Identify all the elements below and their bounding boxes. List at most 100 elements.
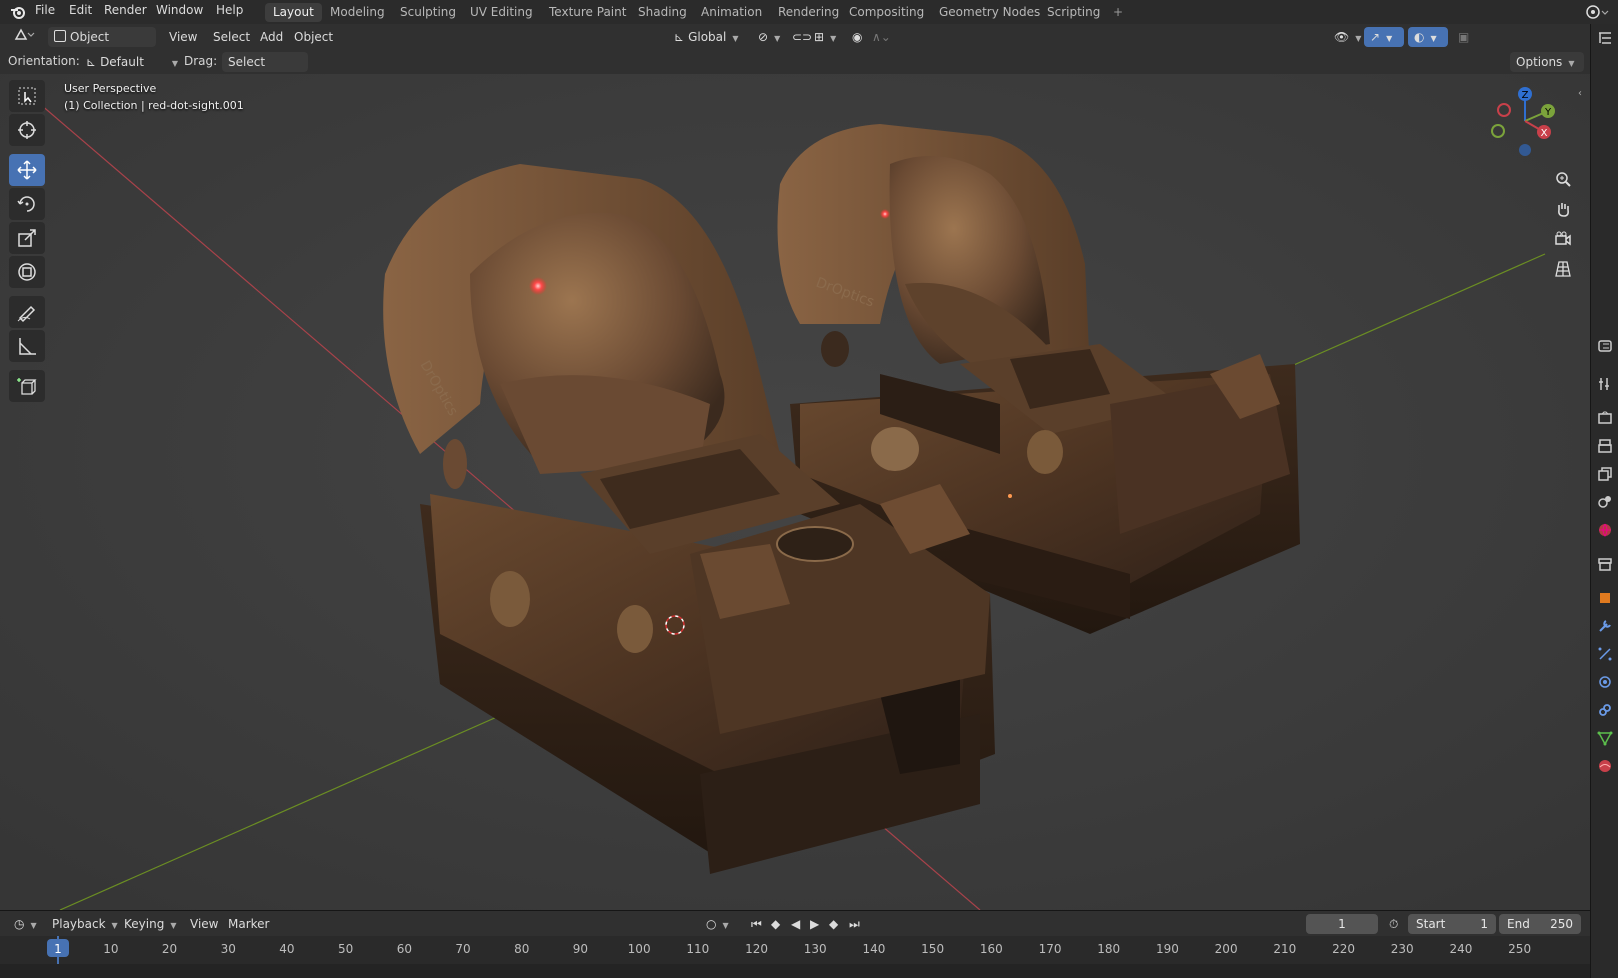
tab-layout[interactable]: Layout bbox=[265, 3, 322, 22]
timeline-editor-type-icon[interactable]: ◷ ▼ bbox=[8, 914, 43, 934]
tab-uv-editing[interactable]: UV Editing bbox=[462, 3, 541, 22]
measure-tool[interactable] bbox=[9, 330, 45, 362]
jump-keyframe-forward-icon[interactable]: ◆ bbox=[823, 914, 844, 934]
tab-scripting[interactable]: Scripting bbox=[1039, 3, 1108, 22]
menu-file[interactable]: File bbox=[35, 3, 55, 17]
falloff-icon[interactable]: ∧⌄ bbox=[866, 27, 897, 47]
outliner-icon[interactable] bbox=[1597, 30, 1613, 46]
timeline-scroll-area[interactable] bbox=[0, 964, 1590, 978]
snap-target-icon[interactable]: ⊞ ▼ bbox=[808, 27, 842, 47]
transform-orientation-dropdown[interactable]: ⊾ Global ▼ bbox=[668, 27, 748, 47]
scene-properties-icon[interactable] bbox=[1597, 494, 1613, 510]
tab-animation[interactable]: Animation bbox=[693, 3, 770, 22]
auto-keying-record-icon[interactable]: ○ ▼ bbox=[700, 914, 735, 934]
pan-hand-icon[interactable] bbox=[1550, 196, 1576, 222]
move-tool[interactable] bbox=[9, 154, 45, 186]
drag-dropdown[interactable]: Select Box▼ bbox=[222, 52, 308, 89]
timeline-tick-label: 230 bbox=[1390, 942, 1414, 956]
timeline-tick-label: 180 bbox=[1097, 942, 1121, 956]
timeline-tick-label: 150 bbox=[921, 942, 945, 956]
rotate-tool[interactable] bbox=[9, 188, 45, 220]
menu-select[interactable]: Select bbox=[207, 27, 256, 47]
output-properties-icon[interactable] bbox=[1597, 438, 1613, 454]
overlay-toggle-icon[interactable]: ◐ ▼ bbox=[1408, 27, 1448, 47]
add-cube-icon bbox=[17, 378, 37, 395]
pivot-point-icon[interactable]: ⊘ ▼ bbox=[752, 27, 786, 47]
collection-properties-icon[interactable] bbox=[1597, 556, 1613, 572]
timeline-ruler[interactable]: 1 10 20 30 40 50 60 70 80 90 100 110 120 130 140 150 160… bbox=[0, 936, 1590, 964]
material-properties-icon[interactable] bbox=[1597, 758, 1613, 774]
sidebar-collapse-icon[interactable]: ‹ bbox=[1578, 88, 1582, 99]
visibility-eye-icon[interactable]: 👁 ▼ bbox=[1328, 27, 1367, 47]
tab-modeling[interactable]: Modeling bbox=[322, 3, 393, 22]
cursor-tool[interactable] bbox=[9, 114, 45, 146]
start-frame-field[interactable]: Start 1 bbox=[1408, 914, 1496, 934]
3d-viewport[interactable]: DrOptics DrOptics User Perspective (1) C… bbox=[0, 74, 1590, 910]
timeline-tick-label: 160 bbox=[979, 942, 1003, 956]
menu-timeline-view[interactable]: View bbox=[184, 914, 224, 934]
menu-window[interactable]: Window bbox=[156, 3, 203, 17]
menu-help[interactable]: Help bbox=[216, 3, 243, 17]
modifier-properties-icon[interactable] bbox=[1597, 618, 1613, 634]
properties-editor-icon[interactable] bbox=[1597, 338, 1613, 354]
editor-type-icon[interactable] bbox=[8, 27, 42, 47]
jump-keyframe-back-icon[interactable]: ◆ bbox=[765, 914, 786, 934]
tab-geometry-nodes[interactable]: Geometry Nodes bbox=[931, 3, 1048, 22]
gizmo-toggle-icon[interactable]: ↗ ▼ bbox=[1364, 27, 1404, 47]
menu-object[interactable]: Object bbox=[288, 27, 339, 47]
mode-dropdown[interactable]: Object Mode▼ bbox=[48, 27, 156, 64]
chevron-down-icon: ▼ bbox=[171, 59, 179, 68]
jump-to-end-icon[interactable]: ⏭ bbox=[843, 914, 866, 934]
menu-playback-label: Playback bbox=[52, 917, 106, 931]
viewport-scene: DrOptics DrOptics bbox=[0, 74, 1590, 910]
pencil-icon bbox=[17, 305, 36, 323]
orientation-axes-icon: ⊾ bbox=[86, 55, 97, 69]
object-data-properties-icon[interactable] bbox=[1597, 730, 1613, 746]
constraint-properties-icon[interactable] bbox=[1597, 702, 1613, 718]
tab-rendering[interactable]: Rendering bbox=[770, 3, 847, 22]
options-dropdown[interactable]: Options ▼ bbox=[1510, 52, 1584, 72]
add-workspace-button[interactable]: + bbox=[1105, 3, 1131, 22]
menu-render[interactable]: Render bbox=[104, 3, 147, 17]
particle-properties-icon[interactable] bbox=[1597, 646, 1613, 662]
scale-tool[interactable] bbox=[9, 222, 45, 254]
navigation-gizmo[interactable]: Z Y X bbox=[1490, 86, 1560, 156]
gizmo-neg-z[interactable] bbox=[1519, 144, 1531, 156]
chevron-down-icon: ▼ bbox=[732, 34, 739, 43]
end-frame-field[interactable]: End 250 bbox=[1499, 914, 1581, 934]
menu-playback[interactable]: Playback ▼ bbox=[46, 914, 124, 934]
menu-edit[interactable]: Edit bbox=[69, 3, 92, 17]
scene-selector-icon[interactable] bbox=[1585, 3, 1611, 24]
transform-tool[interactable] bbox=[9, 256, 45, 288]
world-properties-icon[interactable] bbox=[1597, 522, 1613, 538]
stopwatch-icon[interactable]: ⏱ bbox=[1383, 914, 1404, 934]
menu-keying[interactable]: Keying ▼ bbox=[118, 914, 182, 934]
render-properties-icon[interactable] bbox=[1597, 410, 1613, 426]
add-cube-tool[interactable] bbox=[9, 370, 45, 402]
camera-view-icon[interactable] bbox=[1550, 226, 1576, 252]
xray-toggle-icon[interactable]: ▣ bbox=[1452, 27, 1475, 47]
gizmo-neg-x[interactable] bbox=[1497, 103, 1511, 117]
timeline-tick-label: 200 bbox=[1214, 942, 1238, 956]
view-layer-properties-icon[interactable] bbox=[1597, 466, 1613, 482]
gizmo-neg-y[interactable] bbox=[1491, 124, 1505, 138]
menu-view[interactable]: View bbox=[163, 27, 203, 47]
menu-add[interactable]: Add bbox=[254, 27, 289, 47]
orientation-dropdown[interactable]: ⊾ Default ▼ bbox=[80, 52, 179, 72]
object-properties-icon[interactable] bbox=[1597, 590, 1613, 606]
tab-compositing[interactable]: Compositing bbox=[841, 3, 932, 22]
current-frame-field[interactable]: 1 bbox=[1306, 914, 1378, 934]
select-box-tool[interactable] bbox=[9, 80, 45, 112]
zoom-icon[interactable] bbox=[1550, 166, 1576, 192]
menu-marker[interactable]: Marker bbox=[222, 914, 275, 934]
perspective-grid-icon[interactable] bbox=[1550, 256, 1576, 282]
annotate-tool[interactable] bbox=[9, 296, 45, 328]
tool-properties-icon[interactable] bbox=[1597, 376, 1613, 392]
timeline-tick-label: 50 bbox=[337, 942, 354, 956]
blender-logo-icon[interactable] bbox=[10, 4, 26, 23]
tab-sculpting[interactable]: Sculpting bbox=[392, 3, 464, 22]
drag-label: Drag: bbox=[184, 54, 218, 68]
tab-texture-paint[interactable]: Texture Paint bbox=[541, 3, 634, 22]
physics-properties-icon[interactable] bbox=[1597, 674, 1613, 690]
tab-shading[interactable]: Shading bbox=[630, 3, 695, 22]
